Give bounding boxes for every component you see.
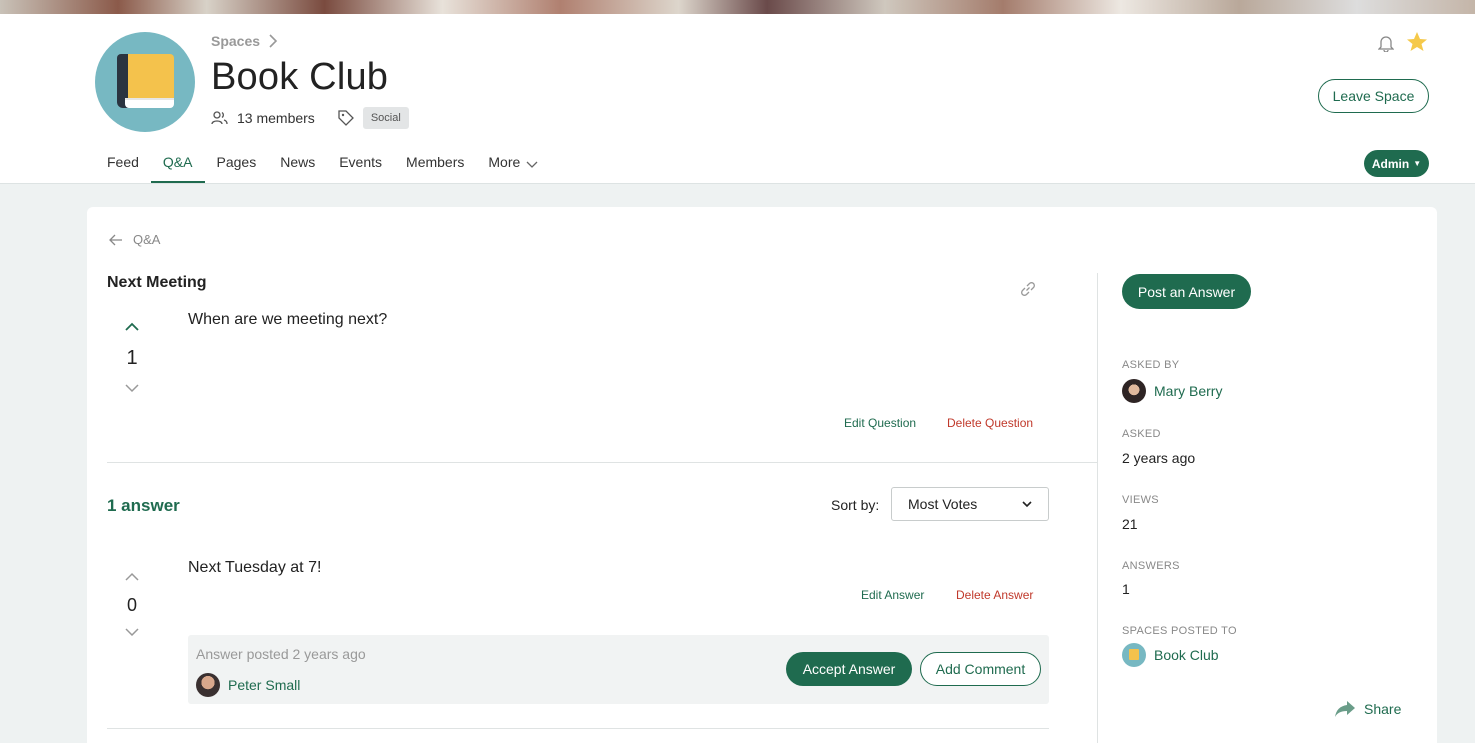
tab-qa[interactable]: Q&A [150,144,205,183]
views-value: 21 [1122,516,1138,532]
edit-answer-link[interactable]: Edit Answer [861,588,924,602]
leave-space-button[interactable]: Leave Space [1318,79,1429,113]
answers-label: ANSWERS [1122,560,1180,572]
answer-vote: 0 [107,569,157,642]
select-chevron-icon [1022,501,1032,508]
breadcrumb[interactable]: Spaces [211,33,278,49]
upvote-icon[interactable] [125,322,139,332]
space-avatar [95,32,195,132]
tab-more-label: More [488,154,521,170]
question-card: Q&A Next Meeting 1 When are we meeting n… [87,207,1437,743]
views-label: VIEWS [1122,494,1159,506]
question-body: When are we meeting next? [188,311,388,328]
tab-members[interactable]: Members [394,144,476,183]
divider [107,462,1098,463]
admin-label: Admin [1371,156,1410,171]
spaces-posted-label: SPACES POSTED TO [1122,625,1237,637]
answers-value: 1 [1122,581,1130,597]
bell-icon[interactable] [1378,34,1394,52]
admin-dropdown-button[interactable]: Admin ▼ [1364,150,1429,177]
answer-posted-time: Answer posted 2 years ago [196,646,366,662]
answer-author[interactable]: Peter Small [196,673,300,697]
add-comment-button[interactable]: Add Comment [920,652,1041,686]
space-link-label[interactable]: Book Club [1154,647,1219,663]
arrow-left-icon [109,234,122,245]
cover-banner [0,0,1475,14]
answer-body: Next Tuesday at 7! [188,559,322,576]
share-icon [1335,701,1355,717]
members-count[interactable]: 13 members [237,110,315,126]
sort-select[interactable]: Most Votes [891,487,1049,521]
space-meta: 13 members Social [211,107,409,129]
share-button[interactable]: Share [1334,700,1401,718]
tag-badge[interactable]: Social [362,107,409,129]
delete-question-link[interactable]: Delete Question [947,416,1033,430]
avatar [1122,379,1146,403]
question-vote-count: 1 [126,347,138,369]
tab-news[interactable]: News [268,144,327,183]
downvote-icon[interactable] [125,383,139,393]
question-vote: 1 [107,319,157,398]
back-to-qa-link[interactable]: Q&A [109,232,160,247]
asked-by-label: ASKED BY [1122,359,1180,371]
avatar [196,673,220,697]
share-label: Share [1364,701,1402,717]
breadcrumb-spaces[interactable]: Spaces [211,33,260,49]
tab-pages[interactable]: Pages [205,144,269,183]
space-avatar-small [1122,643,1146,667]
back-label: Q&A [133,232,161,247]
question-title: Next Meeting [107,274,207,291]
chevron-down-icon [526,161,538,168]
sort-value: Most Votes [908,496,978,512]
upvote-icon[interactable] [125,572,139,582]
post-answer-button[interactable]: Post an Answer [1122,274,1251,309]
sort-label: Sort by: [831,497,880,513]
answer-footer: Answer posted 2 years ago Peter Small Ac… [188,635,1049,704]
link-icon[interactable] [1019,280,1037,298]
answer-vote-count: 0 [126,595,137,615]
asked-by-name[interactable]: Mary Berry [1154,383,1222,399]
members-icon [211,111,228,125]
space-title: Book Club [211,56,389,98]
delete-answer-link[interactable]: Delete Answer [956,588,1033,602]
chevron-right-icon [269,34,278,48]
caret-down-icon: ▼ [1413,159,1422,168]
answer-author-name[interactable]: Peter Small [228,677,300,693]
space-link[interactable]: Book Club [1122,643,1219,667]
space-tabs: Feed Q&A Pages News Events Members More [95,144,550,183]
asked-label: ASKED [1122,428,1161,440]
tab-more[interactable]: More [476,144,550,183]
sidebar-divider [1097,273,1098,743]
asked-by-user[interactable]: Mary Berry [1122,379,1222,403]
tab-feed[interactable]: Feed [95,144,151,183]
asked-value: 2 years ago [1122,450,1196,466]
downvote-icon[interactable] [125,627,139,637]
accept-answer-button[interactable]: Accept Answer [786,652,912,686]
tag-icon [338,110,354,126]
divider [107,728,1049,729]
answer-count: 1 answer [107,496,180,515]
tab-events[interactable]: Events [327,144,394,183]
edit-question-link[interactable]: Edit Question [844,416,916,430]
star-icon[interactable] [1405,30,1429,54]
space-header: Spaces Book Club 13 members Social Leave… [0,14,1475,184]
